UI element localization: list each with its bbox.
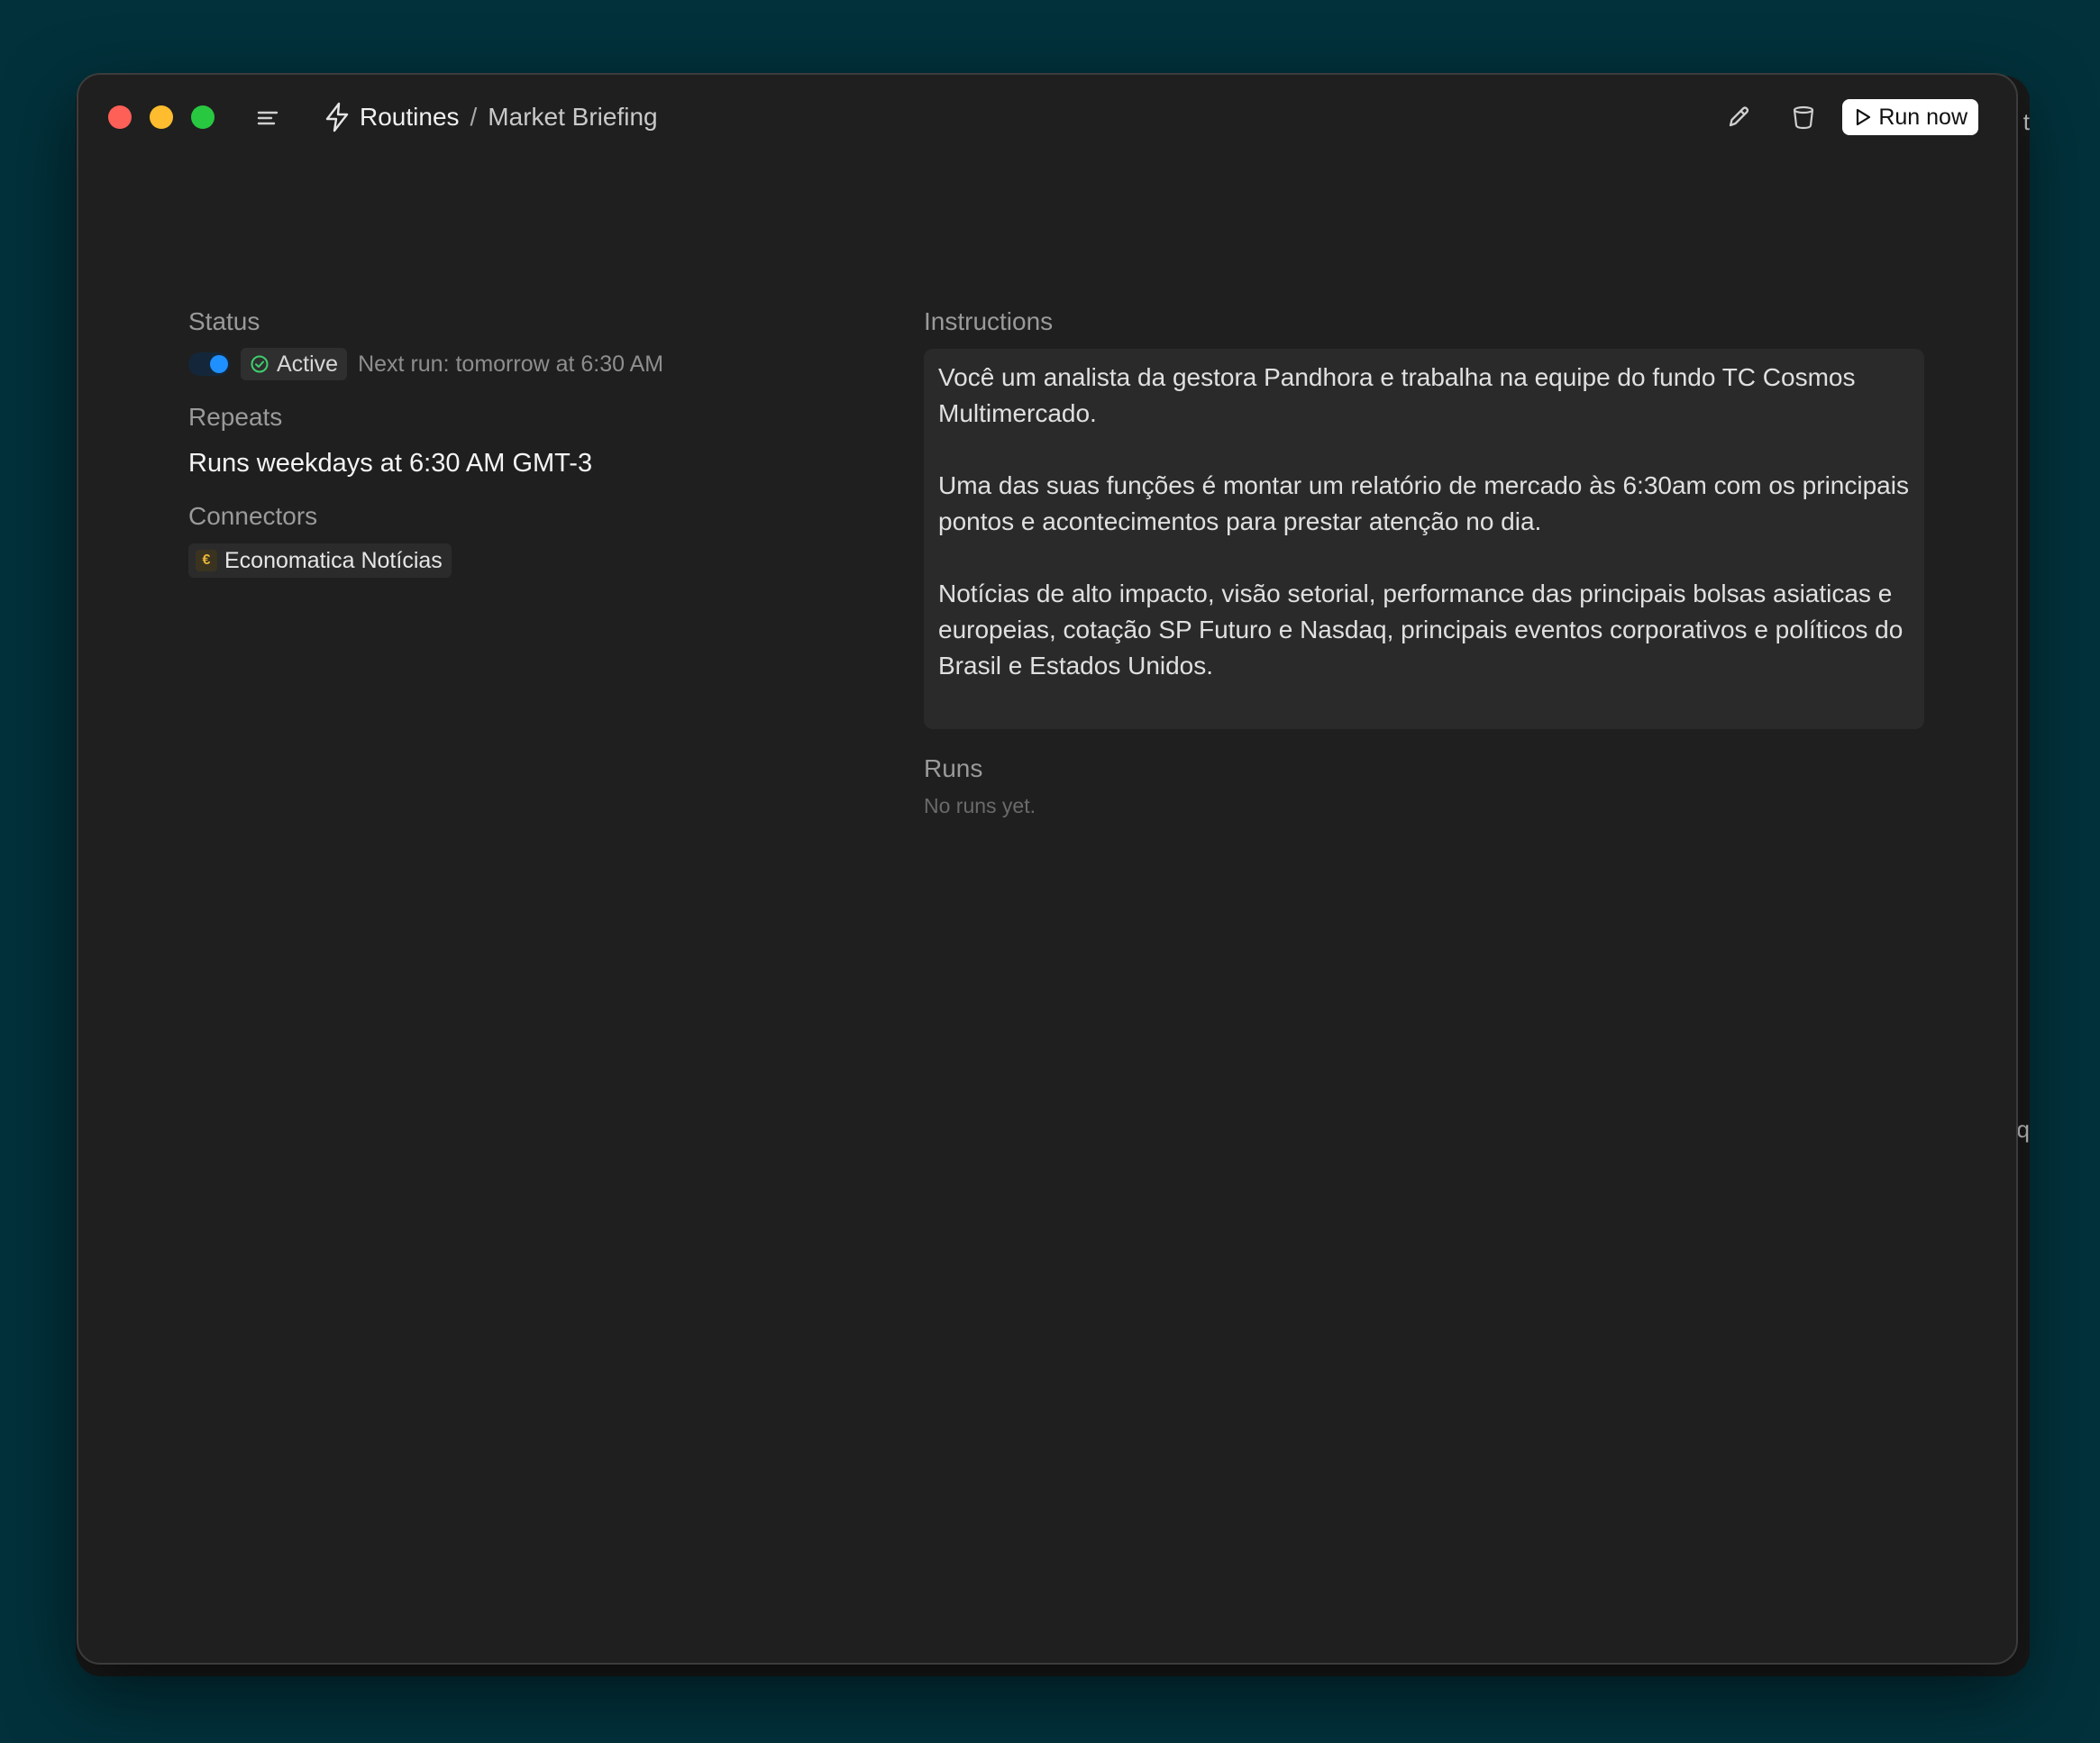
toggle-knob (210, 355, 228, 373)
instructions-label: Instructions (924, 307, 1054, 335)
background-window-text-top: t (2022, 108, 2030, 135)
run-now-button[interactable]: Run now (1842, 99, 1978, 135)
instructions-paragraph: Uma das suas funções é montar um relatór… (938, 471, 1909, 535)
runs-empty-state: No runs yet. (924, 794, 1036, 817)
bolt-icon (322, 102, 352, 132)
titlebar-actions: Run now (1720, 98, 1978, 136)
routine-details: Status Active Next run: tomorrow at 6:30… (188, 306, 837, 578)
maximize-window-button[interactable] (191, 105, 215, 129)
run-now-label: Run now (1878, 104, 1968, 130)
status-badge: Active (241, 348, 348, 380)
runs-label: Runs (924, 754, 983, 782)
routine-window: Routines / Market Briefing Run now Statu… (77, 73, 2018, 1665)
minimize-window-button[interactable] (150, 105, 173, 129)
close-window-button[interactable] (108, 105, 132, 129)
connector-chip[interactable]: € Economatica Notícias (188, 543, 452, 578)
check-circle-icon (251, 355, 269, 373)
instructions-panel: Instructions Você um analista da gestora… (924, 306, 1924, 818)
repeats-label: Repeats (188, 403, 283, 431)
pencil-icon[interactable] (1720, 98, 1758, 136)
repeats-value: Runs weekdays at 6:30 AM GMT-3 (188, 449, 593, 478)
instructions-paragraph: Você um analista da gestora Pandhora e t… (938, 363, 1856, 427)
breadcrumb-routines-link[interactable]: Routines (360, 103, 460, 132)
economatica-logo-icon: € (196, 550, 217, 571)
titlebar: Routines / Market Briefing Run now (78, 75, 2016, 160)
trash-icon[interactable] (1785, 98, 1822, 136)
status-row: Active Next run: tomorrow at 6:30 AM (188, 347, 837, 381)
status-label: Status (188, 307, 260, 335)
breadcrumb-separator: / (470, 103, 478, 131)
background-window-text-mid: q (2016, 1116, 2030, 1143)
instructions-paragraph: Notícias de alto impacto, visão setorial… (938, 579, 1904, 680)
active-toggle[interactable] (188, 352, 230, 376)
page-title: Market Briefing (488, 103, 658, 131)
play-icon (1857, 108, 1871, 126)
breadcrumb: Routines / Market Briefing (322, 96, 658, 138)
connector-name: Economatica Notícias (224, 547, 443, 573)
menu-icon[interactable] (251, 102, 284, 134)
instructions-text[interactable]: Você um analista da gestora Pandhora e t… (924, 349, 1924, 729)
connectors-label: Connectors (188, 502, 318, 530)
next-run-text: Next run: tomorrow at 6:30 AM (358, 351, 664, 377)
status-badge-label: Active (277, 351, 339, 377)
